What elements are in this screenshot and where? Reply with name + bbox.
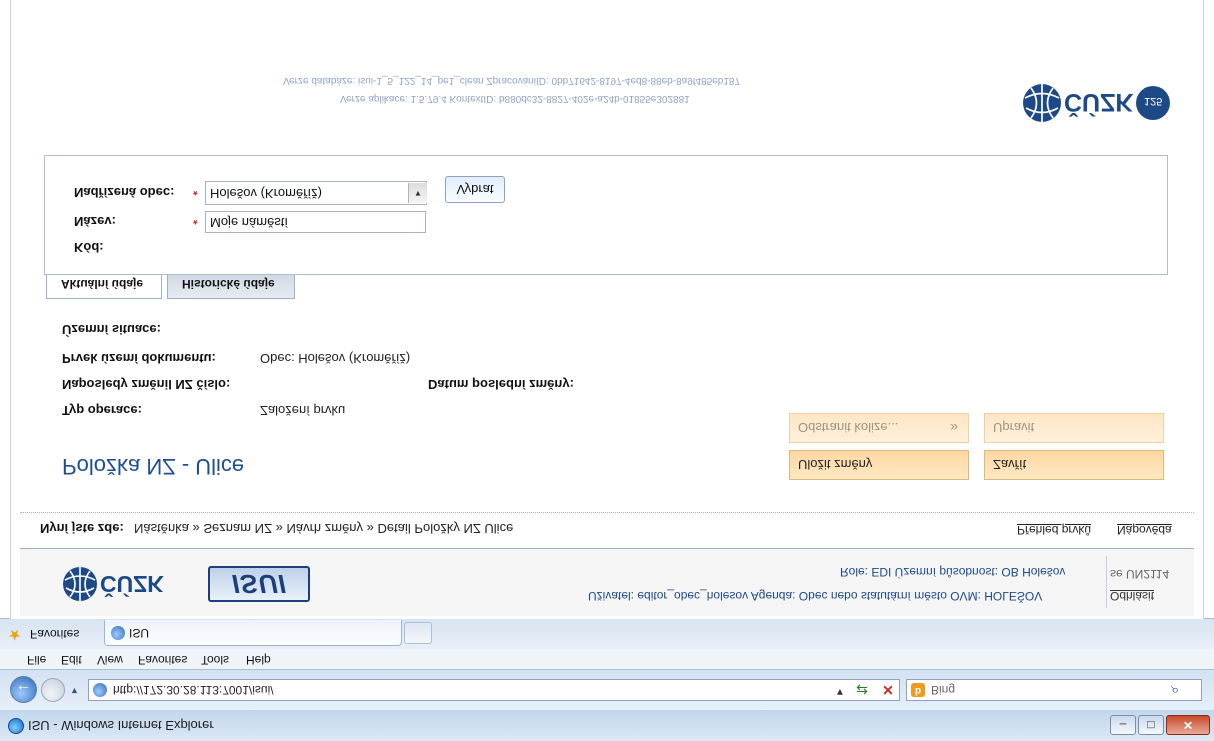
territory-situation-label: Územní situace: <box>62 322 161 337</box>
tab-current-label: Aktuální údaje <box>61 277 144 291</box>
tab-current-data[interactable]: Aktuální údaje <box>46 271 162 299</box>
territory-element-label: Prvek území dokumentu: <box>62 351 216 366</box>
dropdown-arrow-icon[interactable]: ▼ <box>408 183 427 203</box>
version-code: se UN2114 <box>1110 567 1170 581</box>
refresh-icon[interactable]: ⇄ <box>851 679 873 701</box>
remove-collisions-button[interactable]: Odstranit kolize... » <box>789 413 969 443</box>
close-window-button[interactable]: ✕ <box>1166 715 1210 735</box>
browser-navbar: ← ▼ http://172.30.28.113:7001/isui/ ▼ ⇄ … <box>0 669 1214 710</box>
footer-divider <box>1106 556 1107 608</box>
maximize-button[interactable]: □ <box>1138 715 1164 735</box>
favorites-bar: ★ Favorites ISU <box>0 618 1214 649</box>
search-box[interactable]: b Bing ⌕ <box>906 679 1202 701</box>
favorites-button[interactable]: ★ Favorites <box>8 623 104 644</box>
bing-icon: b <box>911 683 925 697</box>
new-tab-button[interactable] <box>404 622 432 644</box>
screen-root: ISU - Windows Internet Explorer – □ ✕ ← … <box>0 0 1214 741</box>
footer-logo-text: ČÚZK <box>100 571 164 598</box>
last-change-date-label: Datum poslední změny: <box>428 377 574 392</box>
menu-help[interactable]: Help <box>246 653 271 667</box>
name-label: Název: <box>74 214 116 229</box>
save-changes-label: Uložit změny <box>798 457 873 472</box>
code-label: Kód: <box>74 240 104 255</box>
window-title: ISU - Windows Internet Explorer <box>28 718 214 733</box>
operation-type-value: Založení prvku <box>260 403 346 418</box>
menu-file[interactable]: File <box>27 653 46 667</box>
address-bar[interactable]: http://172.30.28.113:7001/isui/ ▼ <box>88 679 900 701</box>
address-dropdown-icon[interactable]: ▼ <box>835 686 845 697</box>
user-info: Uživatel: editor_obec_holesov Agenda: Ob… <box>588 589 1043 603</box>
ie-logo-icon <box>8 718 24 734</box>
star-icon: ★ <box>8 626 22 643</box>
page-icon <box>111 626 125 640</box>
help-link[interactable]: Nápověda <box>1117 523 1172 537</box>
isu-logo: ISUI <box>208 566 310 602</box>
save-changes-button[interactable]: Uložit změny <box>789 450 969 480</box>
elements-overview-link[interactable]: Přehled prvků <box>1017 523 1091 537</box>
forward-arrow-icon[interactable] <box>41 678 65 702</box>
name-input[interactable]: Moje náměstí <box>205 211 426 233</box>
history-dropdown-icon[interactable]: ▼ <box>70 686 79 696</box>
db-version: Verze databáze: isui-1_5_122_14_pe1_clea… <box>283 75 741 86</box>
favorites-label: Favorites <box>30 627 80 641</box>
menu-view[interactable]: View <box>97 653 123 667</box>
tab-history-label: Historické údaje <box>182 277 275 291</box>
menu-tools[interactable]: Tools <box>201 653 229 667</box>
window-titlebar: ISU - Windows Internet Explorer – □ ✕ <box>0 709 1214 741</box>
edit-button[interactable]: Upravit <box>984 413 1164 443</box>
stop-icon[interactable]: ✕ <box>877 679 899 701</box>
remove-collisions-label: Odstranit kolize... <box>798 420 899 435</box>
territory-element-value: Obec: Holešov (Kroměříž) <box>260 351 411 366</box>
menu-favorites[interactable]: Favorites <box>138 653 187 667</box>
cuzk-logo-icon: ČÚZK 125 <box>1023 84 1170 122</box>
cuzk-logo-icon: ČÚZK <box>63 567 164 601</box>
address-text[interactable]: http://172.30.28.113:7001/isui/ <box>113 683 274 697</box>
close-button[interactable]: Zavřít <box>984 450 1164 480</box>
header-logo-text: ČÚZK <box>1064 88 1133 118</box>
breadcrumb: Nyní jste zde: Nástěnka » Seznam NZ » Ná… <box>20 512 1194 545</box>
parent-municipality-select[interactable]: Holešov (Kroměříž) ▼ <box>205 181 427 205</box>
tab-historical-data[interactable]: Historické údaje <box>167 271 295 299</box>
app-version: Verze aplikace: 1.5.79.4 KontextID: b880… <box>340 93 690 104</box>
choose-button[interactable]: Vybrat <box>445 176 505 203</box>
parent-municipality-value: Holešov (Kroměříž) <box>210 186 322 201</box>
close-label: Zavřít <box>993 457 1027 472</box>
breadcrumb-path[interactable]: Nástěnka » Seznam NZ » Návrh změny » Det… <box>134 521 513 536</box>
search-icon[interactable]: ⌕ <box>1171 682 1179 699</box>
parent-municipality-label: Nadřízená obec: <box>74 185 175 200</box>
logout-link[interactable]: Odhlásit <box>1110 589 1154 603</box>
search-placeholder[interactable]: Bing <box>931 683 955 697</box>
menu-edit[interactable]: Edit <box>61 653 82 667</box>
breadcrumb-label: Nyní jste zde: <box>40 521 124 536</box>
parent-required-mark: * <box>193 184 198 198</box>
page-icon <box>93 683 107 697</box>
name-required-mark: * <box>193 213 198 227</box>
logo-badge-text: 125 <box>1144 95 1162 107</box>
back-arrow-icon[interactable]: ← <box>10 676 37 703</box>
role-info: Role: EDI Územní působnost: OB Holešov <box>840 565 1066 579</box>
app-footer: ČÚZK ISUI Uživatel: editor_obec_holesov … <box>20 548 1194 616</box>
edit-label: Upravit <box>993 420 1035 435</box>
browser-tab-isu[interactable]: ISU <box>104 620 402 646</box>
chevrons-icon: » <box>950 420 956 436</box>
last-changed-label: Naposledy změnil NZ číslo: <box>62 377 231 392</box>
page-title: Položka NZ - Ulice <box>62 454 245 479</box>
browser-tab-label: ISU <box>129 626 150 640</box>
minimize-button[interactable]: – <box>1110 715 1136 735</box>
operation-type-label: Typ operace: <box>62 403 142 418</box>
menu-bar: File Edit View Favorites Tools Help <box>0 648 1214 669</box>
